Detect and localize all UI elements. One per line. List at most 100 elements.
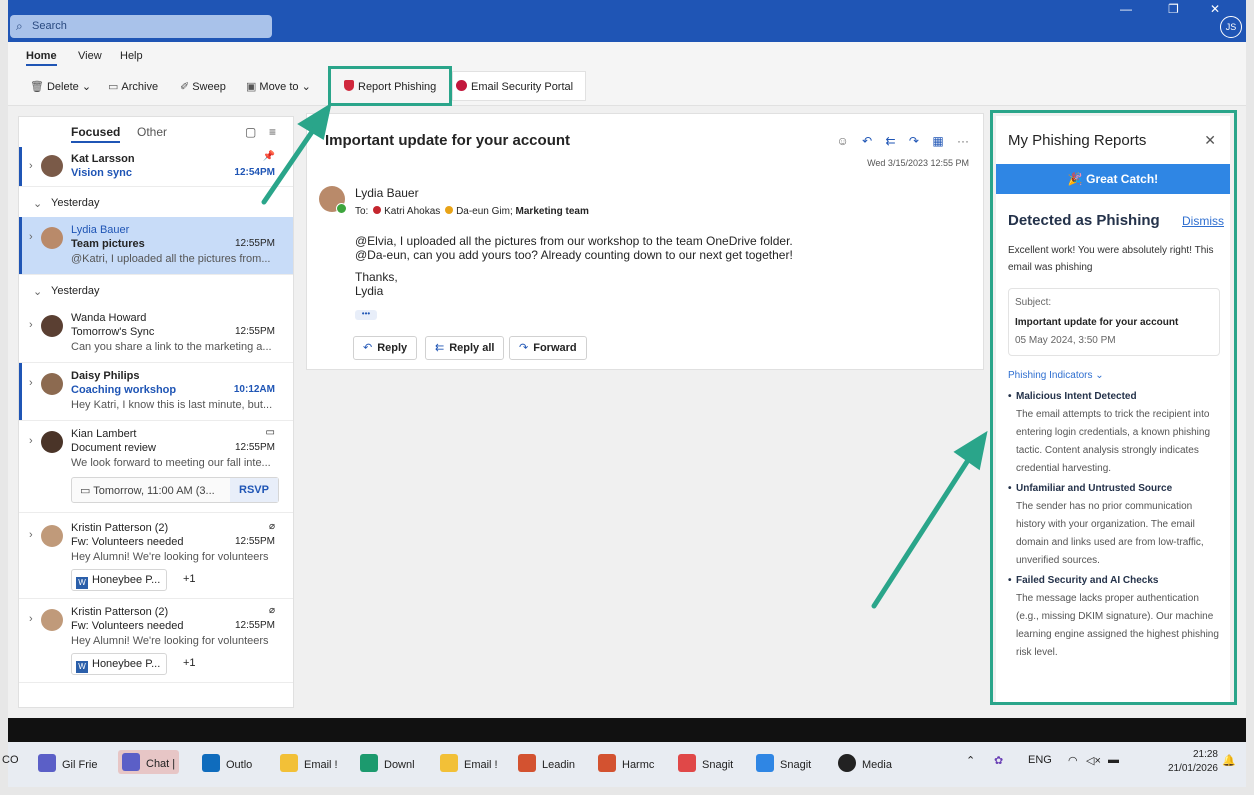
sender-name: Kristin Patterson (2) — [71, 606, 169, 618]
email-security-portal-button[interactable]: Email Security Portal — [456, 80, 573, 93]
tab-view[interactable]: View — [78, 50, 102, 62]
chevron-down-icon: ⌄ — [33, 286, 43, 298]
taskbar-item[interactable]: Media — [838, 754, 892, 772]
recipient[interactable]: Da-eun Gim; — [456, 206, 513, 217]
attachment-name: Honeybee P... — [92, 658, 161, 670]
chevron-up-icon[interactable]: ⌃ — [966, 754, 975, 767]
filter-icon[interactable]: ≡ — [269, 125, 276, 139]
restore-button[interactable]: ❐ — [1168, 2, 1179, 16]
user-avatar[interactable]: JS — [1220, 16, 1242, 38]
avatar — [41, 431, 63, 453]
email-security-portal-label: Email Security Portal — [471, 81, 574, 93]
event-card[interactable]: ▭ Tomorrow, 11:00 AM (3... RSVP — [71, 477, 279, 503]
list-item[interactable]: › Kristin Patterson (2) ⌀ Fw: Volunteers… — [19, 515, 293, 599]
pin-icon[interactable]: 📌 — [263, 151, 275, 162]
taskbar-item[interactable]: Email ! — [280, 754, 338, 772]
list-item[interactable]: › Daisy Philips Coaching workshop 10:12A… — [19, 363, 293, 421]
list-item[interactable]: › Kat Larsson Vision sync 📌 12:54PM — [19, 147, 293, 187]
list-item[interactable]: › Kian Lambert ▭ Document review 12:55PM… — [19, 421, 293, 513]
search-box[interactable]: ⌕ Search — [10, 15, 272, 38]
snagit-editor-icon — [756, 754, 774, 772]
tab-focused[interactable]: Focused — [71, 125, 121, 143]
attachment-chip[interactable]: W Honeybee P... — [71, 653, 168, 675]
recipient[interactable]: Katri Ahokas — [384, 206, 440, 217]
list-item[interactable]: › Kristin Patterson (2) ⌀ Fw: Volunteers… — [19, 599, 293, 683]
taskbar-label: Downl — [384, 759, 415, 771]
presence-dot — [373, 206, 382, 214]
reply-all-button[interactable]: ⇇ Reply all — [425, 336, 505, 360]
more-attachments[interactable]: +1 — [183, 573, 196, 585]
teams-icon — [122, 753, 140, 771]
taskbar-item[interactable]: Leadin — [518, 754, 575, 772]
list-item[interactable]: › Wanda Howard Tomorrow's Sync 12:55PM C… — [19, 305, 293, 363]
recipient[interactable]: Marketing team — [516, 206, 589, 217]
preview: Hey Alumni! We're looking for volunteers — [71, 551, 269, 563]
taskbar-item[interactable]: Gil Frie — [38, 754, 97, 772]
ribbon-toolbar: 🗑 Delete ⌄ ▭ Archive ✐ Sweep ▣ Move to ⌄ — [8, 68, 1246, 106]
close-window-button[interactable]: ✕ — [1210, 2, 1220, 16]
tab-home[interactable]: Home — [26, 50, 57, 66]
volume-icon[interactable]: ◁× — [1086, 754, 1101, 767]
emoji-icon[interactable]: ☺ — [836, 134, 848, 148]
app-tray-icon[interactable]: ✿ — [994, 754, 1003, 767]
taskbar-item[interactable]: Snagit — [678, 754, 733, 772]
reply-button[interactable]: ↶ Reply — [353, 336, 418, 360]
search-icon: ⌕ — [16, 19, 23, 33]
wifi-icon[interactable]: ◠ — [1068, 754, 1078, 767]
list-item-selected[interactable]: › Lydia Bauer Team pictures 12:55PM @Kat… — [19, 217, 293, 275]
security-portal-icon — [456, 80, 467, 91]
show-more-button[interactable]: ••• — [355, 310, 377, 320]
clock-time: 21:28 — [1192, 749, 1218, 760]
move-to-button[interactable]: ▣ Move to ⌄ — [246, 80, 311, 93]
tab-help[interactable]: Help — [120, 50, 143, 62]
more-attachments[interactable]: +1 — [183, 657, 196, 669]
sender-name: Kat Larsson — [71, 153, 135, 165]
title-bar: ⌕ Search — ❐ ✕ JS — [8, 0, 1246, 42]
group-header[interactable]: ⌄ Yesterday — [19, 189, 293, 217]
snagit-icon — [678, 754, 696, 772]
select-checkbox-icon[interactable]: ▢ — [245, 125, 256, 139]
group-header[interactable]: ⌄ Yesterday — [19, 277, 293, 305]
calendar-icon: ▭ — [80, 485, 94, 497]
sweep-button[interactable]: ✐ Sweep — [180, 80, 226, 93]
taskbar-item[interactable]: Downl — [360, 754, 415, 772]
forward-button[interactable]: ↷ Forward — [509, 336, 587, 360]
language-indicator[interactable]: ENG — [1028, 754, 1052, 766]
tab-other[interactable]: Other — [137, 125, 167, 139]
taskbar-item[interactable]: CO — [2, 754, 19, 766]
taskbar-item-chat[interactable]: Chat | — [118, 750, 180, 774]
apps-icon[interactable]: ▦ — [932, 134, 943, 148]
avatar — [41, 227, 63, 249]
attachment-chip[interactable]: W Honeybee P... — [71, 569, 168, 591]
recipients: To: Katri Ahokas Da-eun Gim; Marketing t… — [355, 206, 589, 217]
powerpoint-icon — [598, 754, 616, 772]
taskbar-item[interactable]: Outlo — [202, 754, 252, 772]
archive-label: Archive — [121, 81, 159, 93]
clock[interactable]: 21:28 21/01/2026 — [1168, 748, 1218, 776]
taskbar-item[interactable]: Email ! — [440, 754, 498, 772]
forward-icon[interactable]: ↷ — [909, 134, 919, 148]
rsvp-button[interactable]: RSVP — [230, 478, 278, 502]
taskbar-label: Leadin — [542, 759, 576, 771]
taskbar-item[interactable]: Snagit — [756, 754, 811, 772]
delete-button[interactable]: 🗑 Delete ⌄ — [30, 80, 91, 93]
outlook-window: ⌕ Search — ❐ ✕ JS Home View Help 🗑 Delete… — [8, 0, 1246, 787]
more-icon[interactable]: ··· — [957, 134, 969, 148]
taskbar-item[interactable]: Harmc — [598, 754, 654, 772]
taskbar-label: Snagit — [780, 759, 812, 771]
folder-icon — [440, 754, 458, 772]
taskbar-label: Email ! — [304, 759, 338, 771]
subject: Fw: Volunteers needed — [71, 536, 184, 548]
reply-icon[interactable]: ↶ — [862, 134, 872, 148]
folder-icon — [280, 754, 298, 772]
forward-label: Forward — [533, 342, 577, 354]
report-phishing-highlight — [328, 66, 452, 106]
archive-button[interactable]: ▭ Archive — [108, 80, 158, 93]
sender-name: Lydia Bauer — [71, 224, 130, 236]
minimize-button[interactable]: — — [1120, 2, 1132, 16]
notification-icon[interactable]: 🔔 — [1222, 754, 1236, 767]
reply-all-icon[interactable]: ⇇ — [886, 134, 896, 148]
to-label: To: — [355, 206, 369, 217]
battery-icon[interactable]: ▬ — [1108, 754, 1119, 766]
taskbar-label: Outlo — [226, 759, 253, 771]
